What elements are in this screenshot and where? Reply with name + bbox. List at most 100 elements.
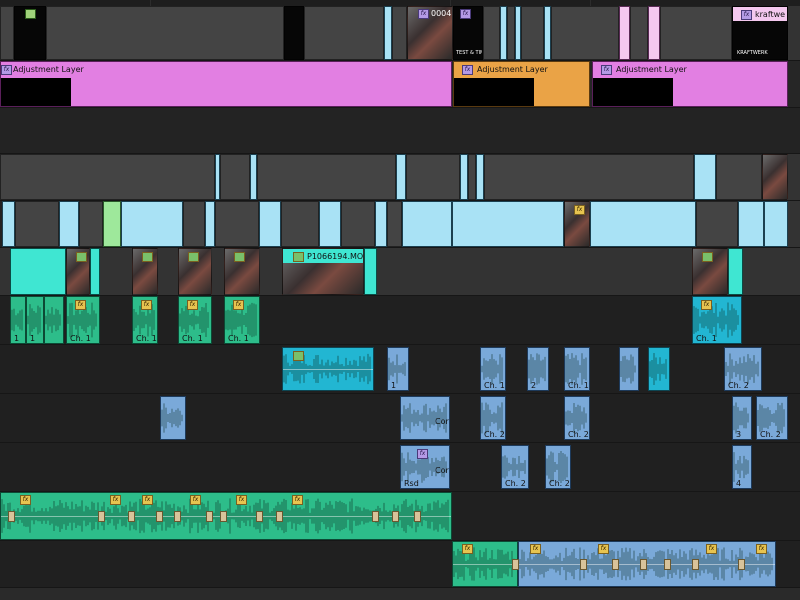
adjustment-layer-clip[interactable]: fx Adjustment Layer xyxy=(592,61,788,107)
video-clip[interactable] xyxy=(452,201,564,247)
keyframe-handle-icon[interactable] xyxy=(156,511,163,522)
video-clip[interactable] xyxy=(257,154,396,200)
audio-clip[interactable]: fx Ch. 1 xyxy=(132,296,158,344)
keyframe-handle-icon[interactable] xyxy=(98,511,105,522)
video-clip[interactable] xyxy=(630,6,648,60)
video-clip[interactable] xyxy=(220,154,250,200)
video-clip[interactable] xyxy=(90,248,100,295)
video-track-v3[interactable]: fx xyxy=(0,201,800,247)
audio-clip[interactable]: Ch. 2 xyxy=(564,396,590,440)
video-clip[interactable] xyxy=(696,201,738,247)
video-clip[interactable] xyxy=(484,154,694,200)
video-clip[interactable] xyxy=(103,201,121,247)
video-clip[interactable] xyxy=(500,6,507,60)
video-clip[interactable] xyxy=(341,201,375,247)
timeline-scroll-area[interactable] xyxy=(0,588,800,600)
keyframe-handle-icon[interactable] xyxy=(512,559,519,570)
audio-clip[interactable] xyxy=(282,347,374,391)
video-clip[interactable] xyxy=(284,6,304,60)
audio-clip[interactable] xyxy=(619,347,639,391)
video-track-v6[interactable]: fx 0004 fx TEST & TIME fx kraftwe KRAFTW… xyxy=(0,6,800,60)
keyframe-handle-icon[interactable] xyxy=(8,511,15,522)
video-clip[interactable] xyxy=(364,248,377,295)
video-clip[interactable] xyxy=(738,201,764,247)
adjustment-layer-clip[interactable]: fx Adjustment Layer xyxy=(0,61,452,107)
video-clip[interactable] xyxy=(250,154,257,200)
video-clip[interactable] xyxy=(0,6,14,60)
audio-clip[interactable]: Ch. 1 xyxy=(480,347,506,391)
audio-clip[interactable]: Ch. 2 xyxy=(501,445,529,489)
audio-track-a1[interactable]: 1 1 fx Ch. 1 fx Ch. 1 fx Ch. 1 fx Ch. 1 … xyxy=(0,296,800,344)
keyframe-handle-icon[interactable] xyxy=(220,511,227,522)
audio-clip[interactable]: Ch. 2 xyxy=(480,396,506,440)
video-clip[interactable] xyxy=(507,6,515,60)
audio-clip[interactable]: 1 xyxy=(26,296,44,344)
audio-clip[interactable]: fx Rsd Cor xyxy=(400,445,450,489)
video-clip[interactable] xyxy=(476,154,484,200)
keyframe-handle-icon[interactable] xyxy=(692,559,699,570)
video-clip[interactable] xyxy=(205,201,215,247)
video-clip-thumbnail[interactable]: fx xyxy=(564,201,590,247)
keyframe-handle-icon[interactable] xyxy=(174,511,181,522)
audio-track-a5[interactable]: fx fx fx fx fx fx xyxy=(0,492,800,540)
keyframe-handle-icon[interactable] xyxy=(256,511,263,522)
video-clip[interactable] xyxy=(648,6,660,60)
video-clip[interactable] xyxy=(406,154,460,200)
audio-clip[interactable]: Ch. 2 xyxy=(545,445,571,489)
video-track-empty[interactable] xyxy=(0,108,800,153)
keyframe-handle-icon[interactable] xyxy=(414,511,421,522)
audio-clip[interactable]: Cor xyxy=(400,396,450,440)
video-clip[interactable] xyxy=(121,201,183,247)
adjustment-layer-clip[interactable]: fx Adjustment Layer xyxy=(453,61,590,107)
video-clip-p1066194[interactable]: P1066194.MOV [V] xyxy=(282,248,364,295)
video-clip-thumbnail[interactable] xyxy=(178,248,212,295)
keyframe-handle-icon[interactable] xyxy=(276,511,283,522)
audio-clip[interactable]: fx Ch. 1 xyxy=(224,296,260,344)
audio-clip[interactable] xyxy=(648,347,670,391)
video-clip[interactable] xyxy=(590,201,696,247)
audio-clip[interactable]: 2 xyxy=(527,347,549,391)
audio-clip[interactable]: 1 xyxy=(10,296,26,344)
video-clip[interactable] xyxy=(716,154,762,200)
video-clip[interactable] xyxy=(183,201,205,247)
video-clip[interactable] xyxy=(281,201,319,247)
video-clip[interactable] xyxy=(46,6,284,60)
video-clip[interactable] xyxy=(387,201,402,247)
video-clip[interactable] xyxy=(59,201,79,247)
video-clip[interactable] xyxy=(259,201,281,247)
video-clip[interactable] xyxy=(319,201,341,247)
video-clip[interactable] xyxy=(392,6,407,60)
video-clip[interactable] xyxy=(764,201,788,247)
audio-clip[interactable]: Ch. 1 xyxy=(564,347,590,391)
video-track-v1[interactable]: P1066194.MOV [V] xyxy=(0,248,800,295)
video-clip[interactable] xyxy=(468,154,476,200)
keyframe-handle-icon[interactable] xyxy=(612,559,619,570)
video-clip-thumbnail[interactable] xyxy=(132,248,158,295)
audio-clip[interactable]: fx Ch. 1 xyxy=(66,296,100,344)
video-clip[interactable] xyxy=(402,201,452,247)
video-clip[interactable] xyxy=(2,201,15,247)
video-clip[interactable]: fx TEST & TIME xyxy=(453,6,483,60)
audio-track-a2[interactable]: 1 Ch. 1 2 Ch. 1 Ch. 2 xyxy=(0,345,800,393)
keyframe-handle-icon[interactable] xyxy=(640,559,647,570)
audio-clip[interactable]: 3 xyxy=(732,396,752,440)
video-clip[interactable] xyxy=(375,201,387,247)
keyframe-handle-icon[interactable] xyxy=(372,511,379,522)
audio-track-a4[interactable]: fx Rsd Cor Ch. 2 Ch. 2 4 xyxy=(0,443,800,491)
keyframe-handle-icon[interactable] xyxy=(738,559,745,570)
audio-clip[interactable] xyxy=(44,296,64,344)
audio-clip[interactable]: Ch. 2 xyxy=(724,347,762,391)
video-clip[interactable] xyxy=(384,6,392,60)
video-clip-kraftwe[interactable]: fx kraftwe KRAFTWERK xyxy=(732,6,788,60)
video-clip[interactable] xyxy=(14,6,46,60)
audio-clip[interactable]: Ch. 2 xyxy=(756,396,788,440)
video-clip[interactable] xyxy=(728,248,743,295)
video-clip[interactable] xyxy=(396,154,406,200)
audio-clip[interactable]: 1 xyxy=(387,347,409,391)
video-clip[interactable] xyxy=(694,154,716,200)
keyframe-handle-icon[interactable] xyxy=(664,559,671,570)
video-clip-thumbnail[interactable] xyxy=(66,248,90,295)
keyframe-handle-icon[interactable] xyxy=(392,511,399,522)
audio-clip[interactable]: fx Ch. 1 xyxy=(178,296,212,344)
keyframe-handle-icon[interactable] xyxy=(206,511,213,522)
